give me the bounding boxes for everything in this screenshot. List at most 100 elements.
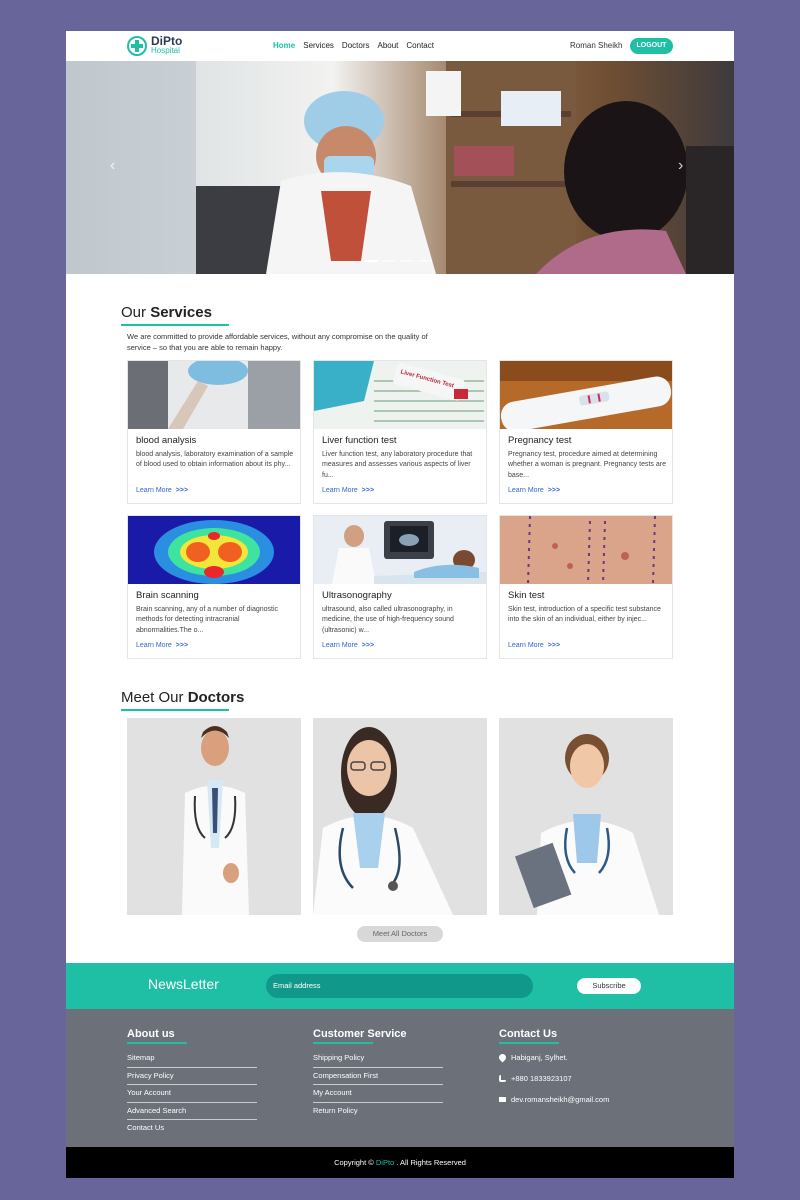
carousel-dot[interactable] [382, 260, 396, 262]
doctor-photo [514, 734, 659, 915]
footer-link[interactable]: Sitemap [127, 1050, 257, 1068]
service-text: Brain scanning, any of a number of diagn… [136, 606, 279, 634]
contact-email[interactable]: dev.romansheikh@gmail.com [499, 1094, 609, 1105]
footer-underline [127, 1042, 187, 1044]
service-title: Skin test [508, 590, 545, 601]
arrows-icon: >>> [175, 487, 189, 494]
menu-home[interactable]: Home [273, 41, 295, 50]
learn-more-link[interactable]: Learn More >>> [136, 487, 188, 494]
menu-services[interactable]: Services [303, 41, 334, 50]
carousel-dot[interactable] [364, 260, 378, 262]
service-card: Liver Function Test Liver function test … [313, 360, 487, 504]
footer-link[interactable]: Contact Us [127, 1120, 257, 1138]
email-input[interactable]: Email address [266, 974, 533, 998]
location-pin-icon [497, 1052, 508, 1063]
footer-contact: Contact Us Habiganj, Sylhet. +880 183392… [497, 1028, 609, 1105]
service-title: Brain scanning [136, 590, 199, 601]
learn-more-link[interactable]: Learn More >>> [322, 487, 374, 494]
copyright-brand[interactable]: DiPto [376, 1158, 394, 1167]
newsletter-bar: NewsLetter Email address Subscribe [66, 963, 734, 1009]
service-card: Ultrasonography ultrasound, also called … [313, 515, 487, 659]
footer-underline [313, 1042, 373, 1044]
menu-about[interactable]: About [377, 41, 398, 50]
service-image [500, 516, 672, 584]
service-image [128, 516, 300, 584]
service-card: Skin test Skin test, introduction of a s… [499, 515, 673, 659]
service-image [314, 516, 486, 584]
doctor-card[interactable] [313, 718, 487, 915]
hospital-cross-icon [127, 36, 147, 56]
logo[interactable]: DiPto Hospital [127, 34, 183, 56]
service-title: Pregnancy test [508, 435, 572, 446]
carousel-prev-icon[interactable]: ‹ [110, 157, 115, 175]
learn-more-link[interactable]: Learn More >>> [508, 487, 560, 494]
main-menu: Home Services Doctors About Contact [273, 41, 434, 50]
arrows-icon: >>> [361, 642, 375, 649]
arrows-icon: >>> [547, 487, 561, 494]
service-card: blood analysis blood analysis, laborator… [127, 360, 301, 504]
service-card: Pregnancy test Pregnancy test, procedure… [499, 360, 673, 504]
user-name: Roman Sheikh [570, 41, 623, 50]
footer-link[interactable]: Privacy Policy [127, 1068, 257, 1085]
footer-service-title: Customer Service [313, 1028, 407, 1040]
service-card: Brain scanning Brain scanning, any of a … [127, 515, 301, 659]
service-title: Ultrasonography [322, 590, 392, 601]
footer-customer-service: Customer Service Shipping Policy Compens… [313, 1028, 443, 1120]
arrows-icon: >>> [175, 642, 189, 649]
learn-more-link[interactable]: Learn More >>> [322, 642, 374, 649]
footer-link[interactable]: Compensation First [313, 1068, 443, 1085]
navbar: DiPto Hospital Home Services Doctors Abo… [66, 31, 734, 61]
service-text: ultrasound, also called ultrasonography,… [322, 606, 454, 634]
service-title: Liver function test [322, 435, 397, 446]
carousel-next-icon[interactable]: › [678, 157, 683, 175]
contact-address: Habiganj, Sylhet. [497, 1052, 609, 1063]
logo-subtitle: Hospital [151, 46, 180, 55]
logo-name: DiPto [151, 34, 183, 48]
service-image [500, 361, 672, 429]
hero-carousel: ‹ › [66, 61, 734, 274]
learn-more-link[interactable]: Learn More >>> [508, 642, 560, 649]
carousel-dot[interactable] [418, 260, 432, 262]
logout-button[interactable]: LOGOUT [630, 38, 673, 54]
carousel-indicators [364, 260, 432, 262]
services-title: Our Services [121, 304, 212, 321]
footer-link[interactable]: Return Policy [313, 1103, 443, 1121]
service-text: blood analysis, laboratory examination o… [136, 451, 294, 469]
carousel-dot[interactable] [400, 260, 414, 262]
service-text: Liver function test, any laboratory proc… [322, 451, 473, 479]
footer-link[interactable]: Shipping Policy [313, 1050, 443, 1068]
phone-icon [499, 1075, 506, 1082]
services-description: We are committed to provide affordable s… [127, 332, 428, 352]
service-text: Skin test, introduction of a specific te… [508, 606, 661, 624]
doctors-underline [121, 709, 229, 711]
footer-contact-title: Contact Us [499, 1028, 558, 1040]
service-image [128, 361, 300, 429]
arrows-icon: >>> [547, 642, 561, 649]
doctors-title: Meet Our Doctors [121, 689, 245, 706]
hero-image [66, 61, 734, 274]
footer-about: About us Sitemap Privacy Policy Your Acc… [127, 1028, 257, 1138]
arrows-icon: >>> [361, 487, 375, 494]
menu-contact[interactable]: Contact [406, 41, 434, 50]
service-title: blood analysis [136, 435, 197, 446]
service-text: Pregnancy test, procedure aimed at deter… [508, 451, 666, 479]
footer-underline [499, 1042, 559, 1044]
footer: About us Sitemap Privacy Policy Your Acc… [66, 1009, 734, 1147]
menu-doctors[interactable]: Doctors [342, 41, 370, 50]
doctor-card[interactable] [127, 718, 301, 915]
subscribe-button[interactable]: Subscribe [577, 978, 641, 994]
page: DiPto Hospital Home Services Doctors Abo… [66, 31, 734, 1178]
services-underline [121, 324, 229, 326]
footer-link[interactable]: Your Account [127, 1085, 257, 1103]
contact-phone[interactable]: +880 1833923107 [499, 1073, 609, 1084]
envelope-icon [499, 1097, 506, 1102]
copyright-bar: Copyright © DiPto . All Rights Reserved [66, 1147, 734, 1178]
meet-all-doctors-button[interactable]: Meet All Doctors [357, 926, 443, 942]
service-image: Liver Function Test [314, 361, 486, 429]
doctor-photo [313, 727, 453, 915]
footer-link[interactable]: Advanced Search [127, 1103, 257, 1120]
footer-about-title: About us [127, 1028, 175, 1040]
doctor-card[interactable] [499, 718, 673, 915]
footer-link[interactable]: My Account [313, 1085, 443, 1103]
learn-more-link[interactable]: Learn More >>> [136, 642, 188, 649]
